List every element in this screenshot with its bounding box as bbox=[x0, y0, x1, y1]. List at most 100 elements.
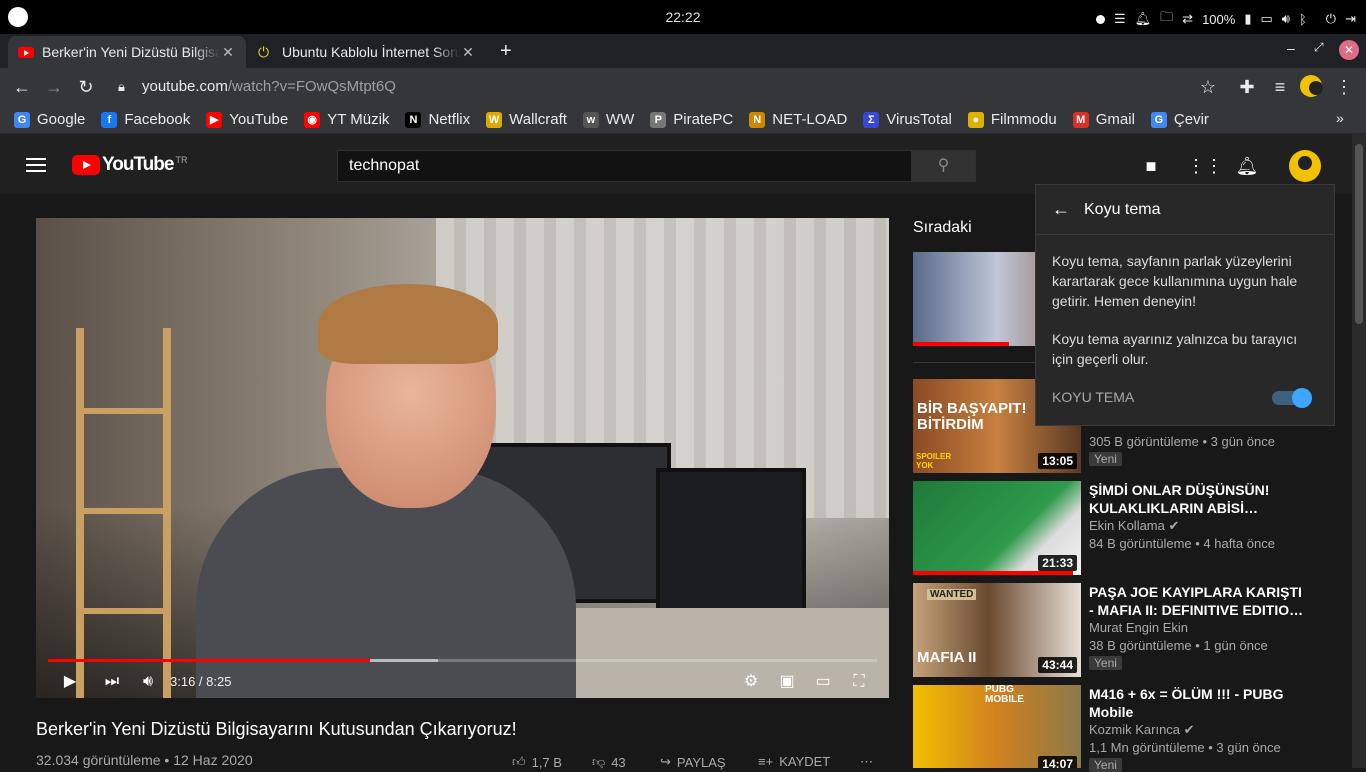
popup-description: Koyu tema, sayfanın parlak yüzeylerini k… bbox=[1052, 253, 1298, 309]
dark-theme-toggle-row[interactable]: KOYU TEMA bbox=[1052, 388, 1322, 408]
bell-icon[interactable]: 🔔︎ bbox=[1135, 11, 1152, 27]
thumbnail-text: BİR BAŞYAPIT! BİTİRDİM bbox=[917, 400, 1027, 433]
menu-icon[interactable]: ☰ bbox=[1114, 11, 1126, 27]
recommendation-thumbnail[interactable]: 21:33 bbox=[913, 481, 1081, 575]
tab-close-icon[interactable]: ✕ bbox=[220, 44, 236, 61]
thumbnail-text: PUBG MOBILE bbox=[985, 685, 1024, 705]
tab-ubuntu[interactable]: ⏻ Ubuntu Kablolu İnternet Sorunu ✕ bbox=[248, 36, 486, 68]
fullscreen-icon[interactable]: ⛶ bbox=[847, 670, 871, 694]
bookmark-favicon-icon: N bbox=[405, 111, 422, 128]
create-video-icon[interactable]: ■ bbox=[1139, 154, 1163, 178]
next-icon[interactable]: ⏭ bbox=[100, 670, 124, 694]
channel-name[interactable]: Kozmik Karınca ✔ bbox=[1089, 722, 1195, 738]
apps-grid-icon[interactable]: ⋮⋮ bbox=[1187, 154, 1223, 178]
duration-badge: 43:44 bbox=[1038, 657, 1077, 673]
tab-close-icon[interactable]: ✕ bbox=[460, 44, 476, 61]
popup-title: Koyu tema bbox=[1084, 200, 1161, 218]
channel-name[interactable]: Ekin Kollama ✔ bbox=[1089, 518, 1179, 534]
settings-gear-icon[interactable]: ⚙ bbox=[739, 670, 763, 694]
notifications-bell-icon[interactable]: 🔔︎ bbox=[1235, 154, 1259, 178]
forward-icon[interactable]: → bbox=[42, 75, 66, 99]
page-scrollbar[interactable] bbox=[1352, 134, 1366, 768]
battery-level[interactable]: 100% bbox=[1202, 12, 1235, 27]
save-button[interactable]: ≡+ KAYDET bbox=[758, 754, 830, 769]
address-bar[interactable]: 🔒︎ youtube.com/watch?v=FOwQsMtpt6Q bbox=[108, 72, 1228, 102]
minimize-icon[interactable]: – bbox=[1287, 40, 1295, 56]
bookmark-3[interactable]: ◉ YT Müzik bbox=[304, 111, 389, 128]
reload-icon[interactable]: ↻ bbox=[74, 75, 98, 99]
playlist-add-icon: ≡+ bbox=[758, 754, 774, 769]
scrollbar-thumb[interactable] bbox=[1355, 144, 1363, 324]
dark-theme-toggle[interactable] bbox=[1272, 388, 1312, 408]
maximize-icon[interactable]: ⤢ bbox=[1314, 40, 1324, 55]
bluetooth-icon[interactable]: ᛒ bbox=[1299, 12, 1307, 27]
extensions-icon[interactable]: ✚ bbox=[1235, 75, 1259, 99]
bookmark-5[interactable]: W Wallcraft bbox=[486, 111, 567, 128]
play-icon[interactable]: ▶ bbox=[58, 670, 82, 694]
recommendation-thumbnail[interactable]: PUBG MOBILE 14:07 bbox=[913, 685, 1081, 768]
bookmark-2[interactable]: ▶ YouTube bbox=[206, 111, 288, 128]
power-icon[interactable]: ⏻ bbox=[1326, 11, 1336, 27]
youtube-logo[interactable]: YouTube TR bbox=[72, 154, 187, 176]
video-player[interactable]: ▶ ⏭ 🔊︎ 3:16 / 8:25 ⚙ ▣ ▭ ⛶ bbox=[36, 218, 889, 698]
bookmark-favicon-icon: G bbox=[1150, 111, 1167, 128]
bookmark-10[interactable]: ● Filmmodu bbox=[967, 111, 1057, 128]
played-bar bbox=[48, 659, 370, 662]
network-icon[interactable]: ⇄ bbox=[1182, 11, 1193, 27]
hamburger-menu-icon[interactable] bbox=[26, 158, 46, 176]
recommendation-thumbnail[interactable]: WANTED MAFIA II 43:44 bbox=[913, 583, 1081, 677]
bookmarks-overflow-icon[interactable]: » bbox=[1336, 110, 1344, 126]
star-icon[interactable]: ☆ bbox=[1196, 75, 1220, 99]
back-arrow-icon[interactable]: ← bbox=[1052, 199, 1070, 220]
video-frame bbox=[36, 218, 889, 698]
watched-progress-bar bbox=[913, 571, 1073, 575]
bookmark-favicon-icon: P bbox=[650, 111, 667, 128]
channel-name[interactable]: Murat Engin Ekin bbox=[1089, 620, 1188, 635]
close-window-icon[interactable]: ✕ bbox=[1339, 40, 1359, 60]
new-tab-icon[interactable]: + bbox=[500, 40, 512, 63]
bookmark-9[interactable]: Σ VirusTotal bbox=[863, 111, 952, 128]
recommendation-meta: 305 B görüntüleme • 3 gün önce bbox=[1089, 434, 1275, 449]
kebab-menu-icon[interactable]: ⋮ bbox=[1332, 75, 1356, 99]
search-icon: ⚲ bbox=[937, 157, 950, 174]
battery-icon[interactable]: ▮ bbox=[1244, 11, 1251, 27]
folder-icon[interactable]: 🗀 bbox=[1160, 8, 1173, 30]
bookmark-7[interactable]: P PiratePC bbox=[650, 111, 733, 128]
media-queue-icon[interactable]: ≡ bbox=[1268, 75, 1292, 99]
bookmark-11[interactable]: M Gmail bbox=[1072, 111, 1135, 128]
recommendation-meta: 38 B görüntüleme • 1 gün önce bbox=[1089, 638, 1268, 653]
recommendation-title[interactable]: ŞİMDİ ONLAR DÜŞÜNSÜN! KULAKLIKLARIN ABİS… bbox=[1089, 481, 1309, 517]
toggle-label: KOYU TEMA bbox=[1052, 389, 1135, 405]
recommendation-title[interactable]: M416 + 6x = ÖLÜM !!! - PUBG Mobile bbox=[1089, 685, 1309, 721]
volume-icon[interactable]: 🔊︎ bbox=[136, 670, 160, 694]
record-icon[interactable] bbox=[1095, 14, 1105, 24]
search-button[interactable]: ⚲ bbox=[911, 150, 976, 182]
miniplayer-icon[interactable]: ▣ bbox=[775, 670, 799, 694]
bookmark-1[interactable]: f Facebook bbox=[101, 111, 190, 128]
logout-icon[interactable]: ⇥ bbox=[1345, 11, 1356, 27]
profile-avatar[interactable] bbox=[1299, 75, 1323, 99]
bookmark-8[interactable]: N NET-LOAD bbox=[749, 111, 847, 128]
volume-icon[interactable]: 🔊︎ bbox=[1282, 11, 1290, 27]
account-avatar[interactable] bbox=[1289, 150, 1321, 187]
back-icon[interactable]: ← bbox=[10, 75, 34, 99]
up-next-title: Sıradaki bbox=[913, 219, 972, 236]
theater-mode-icon[interactable]: ▭ bbox=[811, 670, 835, 694]
bookmark-label: PiratePC bbox=[673, 111, 734, 128]
bookmark-0[interactable]: G Google bbox=[14, 111, 85, 128]
tab-title: Ubuntu Kablolu İnternet Sorunu bbox=[282, 44, 460, 60]
time-display: 3:16 / 8:25 bbox=[170, 674, 232, 689]
recommendation-meta: 1,1 Mn görüntüleme • 3 gün önce bbox=[1089, 740, 1281, 755]
verified-check-icon: ✔ bbox=[1168, 518, 1180, 533]
search-input[interactable]: technopat bbox=[337, 150, 912, 182]
youtube-favicon-icon bbox=[18, 46, 34, 58]
progress-bar[interactable] bbox=[48, 659, 877, 662]
display-icon[interactable]: ▭ bbox=[1260, 11, 1272, 27]
recommendation-title[interactable]: PAŞA JOE KAYIPLARA KARIŞTI - MAFIA II: D… bbox=[1089, 583, 1309, 619]
new-badge: Yeni bbox=[1089, 452, 1122, 466]
bookmark-6[interactable]: w WW bbox=[582, 111, 634, 128]
bookmark-12[interactable]: G Çevir bbox=[1150, 111, 1209, 128]
bookmark-4[interactable]: N Netflix bbox=[405, 111, 470, 128]
url-host: youtube.com bbox=[142, 78, 228, 95]
tab-youtube-video[interactable]: Berker'in Yeni Dizüstü Bilgisayarını Kut… bbox=[8, 36, 246, 68]
